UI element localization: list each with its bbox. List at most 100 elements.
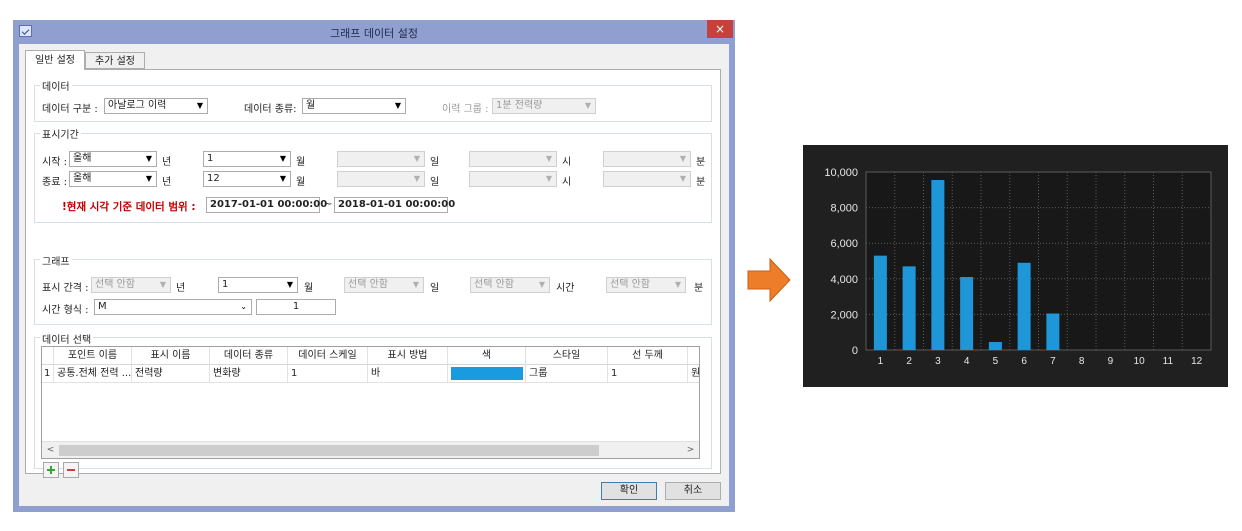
- data-category-value: 아날로그 이력: [108, 100, 167, 111]
- grid-cell-point-name[interactable]: 공통.전체 전력 ...: [54, 365, 132, 383]
- interval-minute-value: 선택 안함: [610, 279, 650, 290]
- chevron-down-icon: ▼: [159, 280, 166, 289]
- start-year-value: 올해: [73, 153, 92, 164]
- x-tick-label: 9: [1108, 356, 1114, 367]
- bar: [902, 266, 916, 350]
- end-year-value: 올해: [73, 173, 92, 184]
- time-format-select[interactable]: M ⌄: [94, 299, 252, 315]
- tab-general-settings[interactable]: 일반 설정: [25, 50, 85, 70]
- interval-hour-value: 선택 안함: [474, 279, 514, 290]
- data-group-label: 데이터: [40, 78, 72, 93]
- end-day-select[interactable]: ▼: [337, 171, 425, 187]
- grid-header-point-name[interactable]: 포인트 이름: [54, 347, 132, 365]
- end-minute-select[interactable]: ▼: [603, 171, 691, 187]
- bar-chart: 02,0004,0006,0008,00010,0001 2 3 4 5 6 7 8 9 10 11…: [803, 145, 1228, 387]
- chevron-down-icon: ▼: [145, 154, 152, 163]
- start-hour-select[interactable]: ▼: [469, 151, 557, 167]
- start-day-select[interactable]: ▼: [337, 151, 425, 167]
- scrollbar-thumb[interactable]: [59, 445, 599, 456]
- color-swatch: [451, 367, 523, 380]
- interval-day-select[interactable]: 선택 안함 ▼: [344, 277, 424, 293]
- x-tick-label: 3: [935, 356, 941, 367]
- y-tick-label: 8,000: [830, 203, 858, 215]
- title-bar[interactable]: 그래프 데이터 설정 ×: [13, 20, 735, 44]
- bar: [1046, 313, 1060, 350]
- grid-cell-display-name[interactable]: 전력량: [132, 365, 210, 383]
- chevron-down-icon: ▼: [413, 174, 420, 183]
- bar: [931, 180, 945, 350]
- grid-cell-style[interactable]: 그룹: [526, 365, 608, 383]
- end-label: 종료 :: [42, 177, 67, 188]
- chevron-down-icon: ▼: [412, 280, 419, 289]
- interval-year-select[interactable]: 선택 안함 ▼: [91, 277, 171, 293]
- chevron-down-icon: ▼: [286, 280, 293, 289]
- end-month-select[interactable]: 12 ▼: [203, 171, 291, 187]
- interval-year-value: 선택 안함: [95, 279, 135, 290]
- data-kind-select[interactable]: 월 ▼: [302, 98, 406, 114]
- plot-area: [865, 171, 1212, 351]
- tab-additional-settings[interactable]: 추가 설정: [85, 52, 145, 69]
- x-tick-label: 4: [964, 356, 970, 367]
- interval-year-unit: 년: [176, 283, 186, 294]
- grid-header-data-scale[interactable]: 데이터 스케일: [288, 347, 368, 365]
- start-minute-select[interactable]: ▼: [603, 151, 691, 167]
- add-row-button[interactable]: [43, 462, 59, 478]
- chevron-down-icon: ▼: [674, 280, 681, 289]
- grid-header-color[interactable]: 색: [448, 347, 526, 365]
- grid-cell-data-kind[interactable]: 변화량: [210, 365, 288, 383]
- interval-hour-unit: 시간: [556, 283, 575, 294]
- end-hour-unit: 시: [562, 177, 572, 188]
- scroll-left-icon[interactable]: <: [42, 442, 59, 458]
- grid-cell-data-scale[interactable]: 1: [288, 365, 368, 383]
- graph-group-label: 그래프: [40, 253, 72, 268]
- interval-day-value: 선택 안함: [348, 279, 388, 290]
- data-category-label: 데이터 구분 :: [42, 104, 98, 115]
- data-category-select[interactable]: 아날로그 이력 ▼: [104, 98, 208, 114]
- bar: [960, 277, 974, 350]
- end-hour-select[interactable]: ▼: [469, 171, 557, 187]
- close-button[interactable]: ×: [707, 20, 733, 38]
- grid-cell-line-width[interactable]: 1: [608, 365, 688, 383]
- grid-header-style[interactable]: 스타일: [526, 347, 608, 365]
- horizontal-scrollbar[interactable]: < >: [42, 441, 699, 458]
- ok-button[interactable]: 확인: [601, 482, 657, 500]
- history-group-value: 1분 전력량: [496, 100, 543, 111]
- start-month-select[interactable]: 1 ▼: [203, 151, 291, 167]
- grid-header-display-method[interactable]: 표시 방법: [368, 347, 448, 365]
- end-year-select[interactable]: 올해 ▼: [69, 171, 157, 187]
- start-year-select[interactable]: 올해 ▼: [69, 151, 157, 167]
- remove-row-button[interactable]: [63, 462, 79, 478]
- grid-header-index: [42, 347, 54, 365]
- cancel-button[interactable]: 취소: [665, 482, 721, 500]
- x-tick-label: 11: [1163, 356, 1174, 367]
- grid-header-display-name[interactable]: 표시 이름: [132, 347, 210, 365]
- grid-row-index: 1: [42, 365, 54, 383]
- end-year-unit: 년: [162, 177, 172, 188]
- data-select-label: 데이터 선택: [40, 331, 94, 346]
- data-kind-label: 데이터 종류:: [244, 104, 297, 115]
- interval-label: 표시 간격 :: [42, 283, 89, 294]
- time-format-input[interactable]: 1: [256, 299, 336, 315]
- interval-minute-select[interactable]: 선택 안함 ▼: [606, 277, 686, 293]
- grid-header-extra: [688, 347, 699, 365]
- grid-cell-color[interactable]: [448, 365, 526, 383]
- scroll-right-icon[interactable]: >: [682, 442, 699, 458]
- range-end-field: 2018-01-01 00:00:00: [334, 197, 455, 213]
- chevron-down-icon: ▼: [279, 154, 286, 163]
- interval-hour-select[interactable]: 선택 안함 ▼: [470, 277, 550, 293]
- x-tick-label: 12: [1191, 356, 1203, 367]
- grid-header-line-width[interactable]: 선 두께: [608, 347, 688, 365]
- dialog-window: 그래프 데이터 설정 × 일반 설정 추가 설정 데이터 데이터 구분 : 아날…: [13, 20, 735, 512]
- grid-cell-extra[interactable]: 원: [688, 365, 699, 383]
- chevron-down-icon: ▼: [394, 101, 401, 110]
- x-tick-label: 5: [993, 356, 999, 367]
- x-tick-label: 1: [878, 356, 884, 367]
- x-tick-label: 8: [1079, 356, 1085, 367]
- data-range-label: !현재 시각 기준 데이터 범위 :: [62, 201, 196, 213]
- grid-header-data-kind[interactable]: 데이터 종류: [210, 347, 288, 365]
- grid-cell-display-method[interactable]: 바: [368, 365, 448, 383]
- history-group-select[interactable]: 1분 전력량 ▼: [492, 98, 596, 114]
- interval-month-select[interactable]: 1 ▼: [218, 277, 298, 293]
- chevron-down-icon: ▼: [584, 101, 591, 110]
- display-period-label: 표시기간: [40, 126, 81, 141]
